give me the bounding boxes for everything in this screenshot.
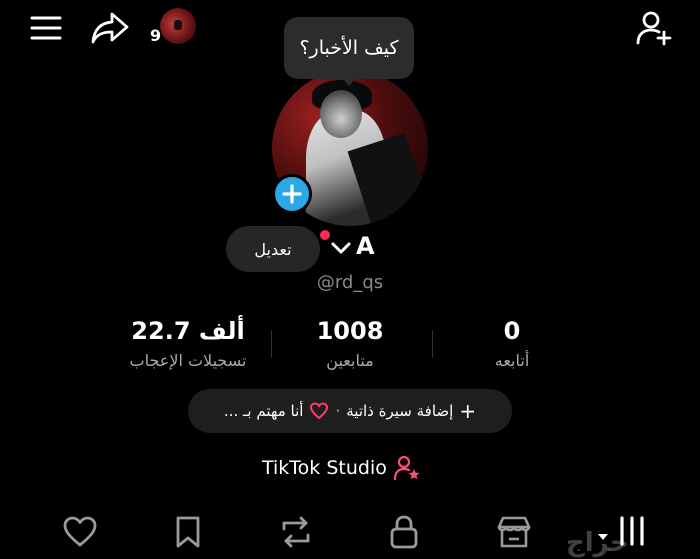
add-user-icon[interactable] (632, 10, 676, 46)
share-icon[interactable] (88, 10, 132, 46)
add-bio-label: إضافة سيرة ذاتية (346, 402, 454, 420)
stats-divider (271, 330, 272, 358)
likes-label: تسجيلات الإعجاب (129, 351, 247, 370)
add-bio-button[interactable]: + إضافة سيرة ذاتية · أنا مهتم بـ ... (188, 389, 512, 433)
studio-label: TikTok Studio (262, 457, 387, 479)
chevron-down-icon[interactable] (330, 240, 352, 256)
profile-name: A (356, 232, 375, 260)
notification-avatar[interactable] (160, 8, 196, 44)
profile-handle: @rd_qs (316, 272, 384, 293)
heart-icon[interactable] (60, 512, 100, 552)
stats-divider (432, 330, 433, 358)
bubble-tail (340, 76, 358, 86)
status-bubble[interactable]: كيف الأخبار؟ (284, 17, 414, 79)
creator-star-icon (393, 455, 421, 481)
add-story-plus-icon[interactable] (272, 174, 312, 214)
bookmark-icon[interactable] (168, 512, 208, 552)
following-count[interactable]: 0 (472, 317, 552, 345)
edit-profile-button[interactable]: تعديل (226, 226, 320, 272)
menu-icon[interactable] (28, 12, 64, 44)
followers-label: متابعين (326, 351, 374, 370)
shop-icon[interactable] (494, 512, 534, 552)
followers-count[interactable]: 1008 (290, 317, 410, 345)
following-label: أتابعه (494, 351, 530, 370)
lock-icon[interactable] (384, 512, 424, 552)
separator: · (335, 402, 341, 420)
tiktok-studio-link[interactable]: TikTok Studio (262, 455, 421, 481)
interests-label: أنا مهتم بـ ... (223, 402, 304, 420)
plus-icon: + (459, 399, 477, 423)
status-dot (320, 230, 330, 240)
watermark: حراج (566, 528, 629, 558)
heart-outline-icon (309, 402, 329, 420)
repost-icon[interactable] (276, 512, 316, 552)
likes-count[interactable]: 22.7 ألف (118, 317, 258, 345)
